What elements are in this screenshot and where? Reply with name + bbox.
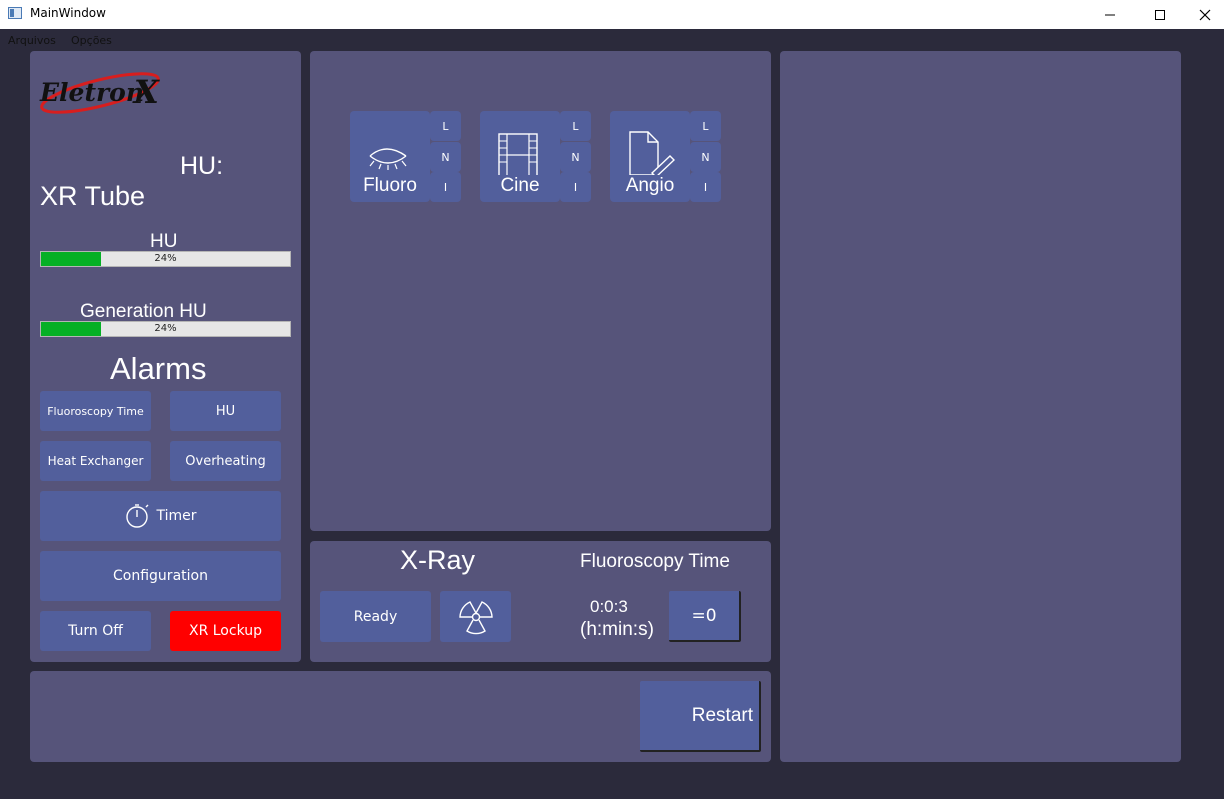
overheating-alarm-button[interactable]: Overheating bbox=[170, 441, 281, 481]
cine-high-button[interactable]: I bbox=[560, 172, 591, 202]
fluoro-mode-button[interactable]: Fluoro bbox=[350, 111, 430, 202]
fluoroscopy-time-unit: (h:min:s) bbox=[580, 619, 654, 640]
menu-arquivos[interactable]: Arquivos bbox=[8, 34, 56, 47]
timer-button[interactable]: Timer bbox=[40, 491, 281, 541]
mode-panel: Fluoro L N I Cine L N I Angio L N I bbox=[310, 51, 771, 531]
angio-normal-button[interactable]: N bbox=[690, 142, 721, 172]
radiation-icon bbox=[458, 600, 493, 634]
reset-time-button[interactable]: =0 bbox=[669, 591, 741, 642]
angio-high-button[interactable]: I bbox=[690, 172, 721, 202]
timer-label: Timer bbox=[156, 508, 197, 524]
generation-hu-progress-text: 24% bbox=[154, 323, 177, 334]
xr-lockup-button[interactable]: XR Lockup bbox=[170, 611, 281, 651]
maximize-button[interactable] bbox=[1137, 0, 1183, 29]
eletronx-logo: Eletron X bbox=[38, 59, 164, 121]
fluoroscopy-time-title: Fluoroscopy Time bbox=[580, 551, 730, 572]
alarms-title: Alarms bbox=[110, 351, 207, 386]
left-panel: Eletron X HU: XR Tube HU 24% Generation … bbox=[30, 51, 301, 662]
turn-off-button[interactable]: Turn Off bbox=[40, 611, 151, 651]
angio-low-button[interactable]: L bbox=[690, 111, 721, 141]
maximize-icon bbox=[1155, 9, 1165, 20]
angio-mode-button[interactable]: Angio bbox=[610, 111, 690, 202]
menu-opcoes[interactable]: Opções bbox=[71, 34, 112, 47]
hu-progress-bar: 24% bbox=[40, 251, 291, 267]
fluoro-low-button[interactable]: L bbox=[430, 111, 461, 141]
heat-exchanger-alarm-button[interactable]: Heat Exchanger bbox=[40, 441, 151, 481]
fluoro-high-button[interactable]: I bbox=[430, 172, 461, 202]
menu-bar: Arquivos Opções bbox=[0, 29, 1224, 49]
close-icon bbox=[1199, 9, 1211, 20]
app-icon bbox=[8, 7, 22, 19]
cine-low-button[interactable]: L bbox=[560, 111, 591, 141]
cine-normal-button[interactable]: N bbox=[560, 142, 591, 172]
hu-bar-label: HU bbox=[150, 231, 178, 252]
cine-label: Cine bbox=[500, 175, 540, 196]
generation-hu-progress-bar: 24% bbox=[40, 321, 291, 337]
generation-hu-label: Generation HU bbox=[80, 301, 207, 322]
hu-progress-text: 24% bbox=[154, 253, 177, 264]
fluoroscopy-time-value: 0:0:3 bbox=[590, 597, 628, 616]
title-bar: MainWindow bbox=[0, 0, 1224, 29]
xr-tube-title: XR Tube bbox=[40, 181, 146, 211]
xray-title: X-Ray bbox=[400, 545, 476, 575]
eye-icon bbox=[369, 148, 407, 170]
fluoro-label: Fluoro bbox=[363, 175, 417, 196]
right-panel bbox=[780, 51, 1181, 762]
bottom-panel: Restart bbox=[30, 671, 771, 762]
ready-button[interactable]: Ready bbox=[320, 591, 431, 642]
hu-heading: HU: bbox=[180, 152, 224, 180]
cine-mode-button[interactable]: Cine bbox=[480, 111, 560, 202]
xray-panel: X-Ray Fluoroscopy Time Ready 0:0:3 (h:mi… bbox=[310, 541, 771, 662]
fluoro-normal-button[interactable]: N bbox=[430, 142, 461, 172]
svg-text:Eletron: Eletron bbox=[39, 78, 144, 107]
svg-text:X: X bbox=[132, 73, 160, 111]
logo-icon: Eletron X bbox=[39, 72, 160, 114]
minimize-icon bbox=[1105, 14, 1115, 15]
configuration-button[interactable]: Configuration bbox=[40, 551, 281, 601]
restart-button[interactable]: Restart bbox=[640, 681, 761, 752]
fluoroscopy-time-alarm-button[interactable]: Fluoroscopy Time bbox=[40, 391, 151, 431]
radiation-button[interactable] bbox=[440, 591, 511, 642]
minimize-button[interactable] bbox=[1087, 0, 1133, 29]
stopwatch-icon bbox=[126, 504, 149, 528]
close-button[interactable] bbox=[1182, 0, 1224, 29]
document-edit-icon bbox=[629, 131, 676, 175]
film-icon bbox=[498, 133, 538, 175]
hu-alarm-button[interactable]: HU bbox=[170, 391, 281, 431]
angio-label: Angio bbox=[625, 175, 675, 196]
window-title: MainWindow bbox=[30, 6, 106, 20]
